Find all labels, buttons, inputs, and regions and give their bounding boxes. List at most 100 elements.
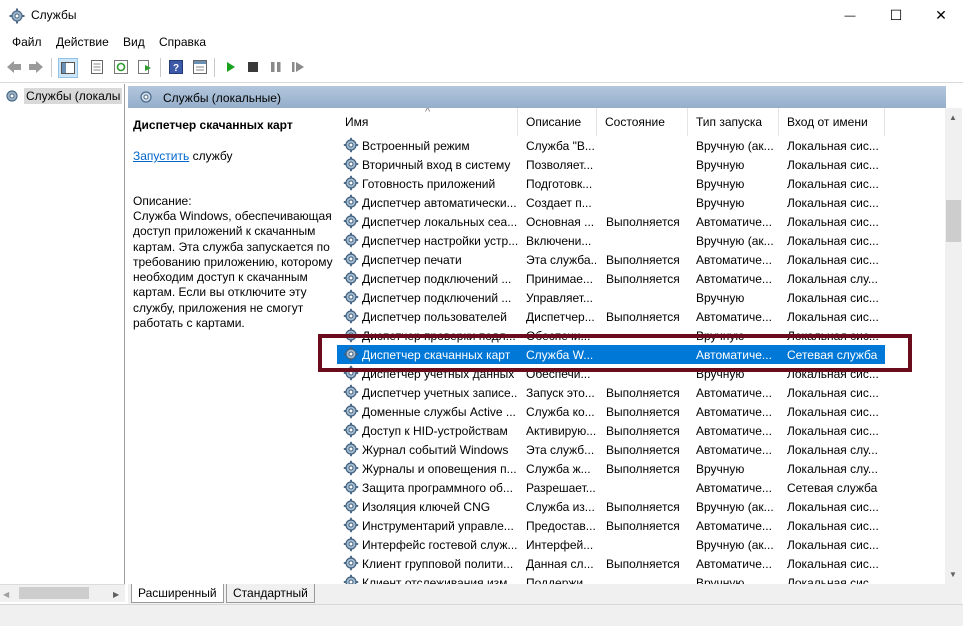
restart-service-icon[interactable] xyxy=(289,58,307,76)
table-row[interactable]: Журналы и оповещения п... Служба ж... Выпо… xyxy=(337,459,885,478)
cell-description: Служба "В... xyxy=(526,139,595,153)
cell-description: Служба из... xyxy=(526,500,595,514)
table-row[interactable]: Журнал событий Windows Эта служб... Выполн… xyxy=(337,440,885,459)
cell-logon-as: Локальная сис... xyxy=(787,253,879,267)
title-bar: Службы — ☐ ✕ xyxy=(0,0,963,31)
table-row[interactable]: Диспетчер подключений ... Принимае... Выпо… xyxy=(337,269,885,288)
services-gear-icon xyxy=(6,90,18,102)
console-tree-icon[interactable] xyxy=(58,58,78,78)
column-header-name[interactable]: Имя xyxy=(337,108,518,136)
table-row[interactable]: Диспетчер локальных сеа... Основная ... Вы… xyxy=(337,212,885,231)
toolbar-separator xyxy=(214,58,215,77)
service-gear-icon xyxy=(343,137,359,153)
close-icon: ✕ xyxy=(935,7,947,23)
cell-startup-type: Автоматиче... xyxy=(696,272,772,286)
table-row[interactable]: Инструментарий управле... Предостав... Вып… xyxy=(337,516,885,535)
cell-name: Инструментарий управле... xyxy=(362,519,514,533)
service-gear-icon xyxy=(343,384,359,400)
cell-startup-type: Автоматиче... xyxy=(696,310,772,324)
scroll-thumb[interactable] xyxy=(19,587,89,599)
cell-description: Диспетчер... xyxy=(526,310,595,324)
scroll-right-arrow-icon[interactable]: ▶ xyxy=(113,590,119,599)
service-gear-icon xyxy=(343,536,359,552)
pause-service-icon[interactable] xyxy=(267,58,285,76)
cell-startup-type: Автоматиче... xyxy=(696,405,772,419)
column-header-logon-as[interactable]: Вход от имени xyxy=(779,108,885,136)
table-row[interactable]: Готовность приложений Подготовк... Вручную… xyxy=(337,174,885,193)
table-row[interactable]: Клиент отслеживания изм... Поддержи... Вру… xyxy=(337,573,885,584)
menu-action[interactable]: Действие xyxy=(56,35,109,49)
cell-startup-type: Автоматиче... xyxy=(696,481,772,495)
service-gear-icon xyxy=(343,403,359,419)
service-gear-icon xyxy=(343,251,359,267)
cell-name: Клиент отслеживания изм... xyxy=(362,576,518,584)
table-row[interactable]: Клиент групповой полити... Данная сл... Вы… xyxy=(337,554,885,573)
close-button[interactable]: ✕ xyxy=(918,0,963,31)
menu-help[interactable]: Справка xyxy=(159,35,206,49)
cell-logon-as: Локальная сис... xyxy=(787,196,879,210)
stop-service-icon[interactable] xyxy=(244,58,262,76)
table-row[interactable]: Вторичный вход в систему Позволяет... Вруч… xyxy=(337,155,885,174)
column-header-status[interactable]: Состояние xyxy=(597,108,688,136)
properties-icon[interactable] xyxy=(88,58,106,76)
table-row[interactable]: Диспетчер подключений ... Управляет... Вру… xyxy=(337,288,885,307)
toolbar-separator xyxy=(160,58,161,77)
tree-horizontal-scrollbar[interactable]: ◀ ▶ xyxy=(0,584,125,602)
minimize-icon: — xyxy=(844,9,856,22)
refresh-icon[interactable] xyxy=(112,58,130,76)
cell-name: Диспетчер локальных сеа... xyxy=(362,215,518,229)
cell-startup-type: Вручную xyxy=(696,158,745,172)
forward-arrow-icon[interactable] xyxy=(27,58,45,76)
cell-description: Предостав... xyxy=(526,519,596,533)
list-vertical-scrollbar[interactable]: ▲ ▼ xyxy=(945,108,962,584)
cell-logon-as: Локальная сис... xyxy=(787,576,879,584)
table-row[interactable]: Диспетчер автоматически... Создает п... Вр… xyxy=(337,193,885,212)
scroll-thumb[interactable] xyxy=(946,200,961,242)
column-header-startup-type[interactable]: Тип запуска xyxy=(688,108,779,136)
table-row[interactable]: Доступ к HID-устройствам Активирую... Выпо… xyxy=(337,421,885,440)
tab-standard[interactable]: Стандартный xyxy=(226,584,315,603)
cell-status: Выполняется xyxy=(606,557,680,571)
cell-startup-type: Автоматиче... xyxy=(696,253,772,267)
table-row[interactable]: Доменные службы Active ... Служба ко... Вы… xyxy=(337,402,885,421)
export-list-icon[interactable] xyxy=(136,58,154,76)
pane-header-title: Службы (локальные) xyxy=(163,91,281,105)
cell-startup-type: Автоматиче... xyxy=(696,443,772,457)
view-icon[interactable] xyxy=(191,58,209,76)
minimize-button[interactable]: — xyxy=(827,0,873,31)
service-gear-icon xyxy=(343,574,359,584)
service-gear-icon xyxy=(343,175,359,191)
cell-description: Данная сл... xyxy=(526,557,594,571)
table-row[interactable]: Изоляция ключей CNG Служба из... Выполняет… xyxy=(337,497,885,516)
table-row[interactable]: Диспетчер учетных записе... Запуск это...… xyxy=(337,383,885,402)
maximize-button[interactable]: ☐ xyxy=(873,0,919,31)
table-row[interactable]: Интерфейс гостевой служ... Интерфей... Вру… xyxy=(337,535,885,554)
menu-file[interactable]: Файл xyxy=(12,35,42,49)
table-row[interactable]: Защита программного об... Разрешает... Авт… xyxy=(337,478,885,497)
table-row[interactable]: Диспетчер печати Эта служба... Выполняется… xyxy=(337,250,885,269)
cell-name: Доменные службы Active ... xyxy=(362,405,516,419)
start-service-link[interactable]: Запустить xyxy=(133,149,189,163)
help-icon[interactable]: ? xyxy=(167,58,185,76)
table-row[interactable]: Диспетчер пользователей Диспетчер... Выпол… xyxy=(337,307,885,326)
scroll-left-arrow-icon[interactable]: ◀ xyxy=(3,590,9,599)
scroll-up-arrow-icon[interactable]: ▲ xyxy=(949,113,957,122)
scroll-down-arrow-icon[interactable]: ▼ xyxy=(949,570,957,579)
column-header-description[interactable]: Описание xyxy=(518,108,597,136)
table-row[interactable]: Встроенный режим Служба "В... Вручную (ак.… xyxy=(337,136,885,155)
cell-description: Основная ... xyxy=(526,215,595,229)
cell-description: Служба ко... xyxy=(526,405,595,419)
svg-text:?: ? xyxy=(173,63,179,74)
service-gear-icon xyxy=(343,289,359,305)
cell-logon-as: Локальная сис... xyxy=(787,310,879,324)
cell-logon-as: Локальная сис... xyxy=(787,139,879,153)
back-arrow-icon[interactable] xyxy=(5,58,23,76)
start-service-icon[interactable] xyxy=(222,58,240,76)
cell-status: Выполняется xyxy=(606,215,680,229)
table-row[interactable]: Диспетчер настройки устр... Включени... Вр… xyxy=(337,231,885,250)
menu-view[interactable]: Вид xyxy=(123,35,145,49)
cell-startup-type: Вручную (ак... xyxy=(696,234,774,248)
cell-name: Клиент групповой полити... xyxy=(362,557,514,571)
tab-extended[interactable]: Расширенный xyxy=(131,584,224,603)
tree-node-services-local[interactable]: Службы (локалы xyxy=(4,88,123,104)
